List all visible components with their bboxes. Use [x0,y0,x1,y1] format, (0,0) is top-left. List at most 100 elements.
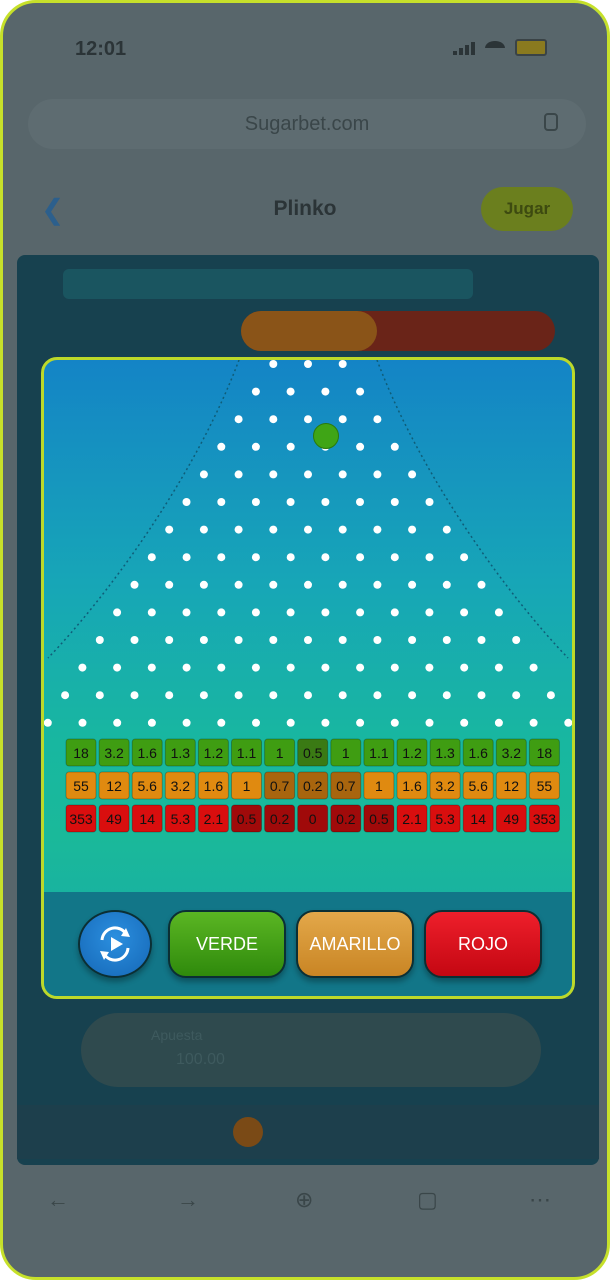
plinko-peg [529,718,538,727]
plinko-peg [269,580,278,589]
plinko-peg [321,663,330,672]
plinko-peg [408,470,417,479]
nav-tabs-icon[interactable]: ▢ [417,1187,438,1213]
play-button[interactable]: Jugar [481,187,573,231]
multiplier-value-verde: 0.5 [303,745,323,761]
bet-value: 100.00 [176,1051,225,1068]
amarillo-button[interactable]: AMARILLO [296,910,414,978]
plinko-peg [390,498,399,506]
nav-back-icon[interactable]: ← [47,1187,69,1213]
plinko-peg [199,691,208,700]
multiplier-value-verde: 1.1 [369,745,389,761]
verde-button[interactable]: VERDE [168,910,286,978]
nav-menu-icon[interactable]: ⋯ [529,1187,551,1213]
plinko-game: 18 3.2 1.6 1.3 1.2 1.1 1 0.5 1 1.1 1.2 1.3 1.6 3.2 18 5… [41,357,575,999]
autoplay-button[interactable] [78,910,152,978]
nav-add-icon[interactable]: ⊕ [295,1187,313,1213]
plinko-peg [494,663,503,672]
plinko-peg [165,580,174,589]
plinko-peg [199,636,208,644]
game-footer [17,1105,599,1159]
plinko-peg [217,553,226,562]
multiplier-value-amarillo: 5.6 [137,778,157,794]
multiplier-value-verde: 1.2 [402,745,422,761]
plinko-peg [304,360,312,368]
plinko-peg [234,415,243,424]
rojo-button[interactable]: ROJO [424,910,542,978]
plinko-peg [113,663,122,672]
multiplier-value-rojo: 5.3 [435,811,455,827]
plinko-peg [321,387,330,396]
multiplier-value-verde: 3.2 [104,745,124,761]
plinko-peg [356,387,365,396]
plinko-peg [564,718,572,727]
url-bar[interactable]: Sugarbet.com [28,99,586,149]
multiplier-value-amarillo: 12 [504,778,520,794]
multiplier-value-verde: 1.3 [171,745,191,761]
plinko-peg [356,442,365,451]
autoplay-icon [100,926,130,962]
multiplier-value-amarillo: 55 [537,778,553,794]
plinko-peg [512,691,521,700]
multiplier-value-verde: 1.6 [137,745,157,761]
url-text: Sugarbet.com [244,113,370,135]
multiplier-value-rojo: 49 [106,811,122,827]
plinko-peg [442,636,451,644]
plinko-peg [147,608,156,617]
plinko-peg [95,636,104,644]
plinko-peg [113,608,122,617]
multiplier-value-amarillo: 3.2 [171,778,191,794]
multiplier-value-amarillo: 1.6 [402,778,422,794]
board-guide-right [376,360,569,659]
plinko-peg [512,636,521,644]
multiplier-value-rojo: 14 [139,811,155,827]
plinko-peg [477,580,486,589]
phone-frame: 12:01 Sugarbet.com ❮ Plinko Jugar Apuest… [0,0,610,1280]
plinko-peg [44,718,52,727]
board-guide-left [47,360,240,659]
plinko-peg [252,718,260,727]
plinko-peg [321,498,330,506]
plinko-peg [390,718,399,727]
plinko-peg [425,663,434,672]
plinko-peg [338,525,347,534]
plinko-peg [182,498,191,506]
plinko-peg [130,580,139,589]
plinko-peg [269,525,278,534]
plinko-peg [373,636,382,644]
plinko-peg [165,691,174,700]
multiplier-value-verde: 1.6 [468,745,488,761]
plinko-peg [165,525,174,534]
battery-icon [515,39,547,56]
plinko-peg [425,553,434,562]
plinko-peg [390,663,399,672]
multiplier-value-verde: 1 [342,745,350,761]
status-bar: 12:01 [3,3,607,93]
plinko-peg [147,718,156,727]
plinko-peg [217,663,226,672]
plinko-peg [304,636,312,644]
bet-label: Apuesta [151,1027,203,1043]
nav-forward-icon[interactable]: → [177,1187,199,1213]
plinko-peg [494,718,503,727]
plinko-peg [425,498,434,506]
plinko-peg [477,691,486,700]
plinko-ball [313,423,339,449]
plinko-peg [251,608,260,617]
plinko-peg [356,498,364,506]
plinko-peg [425,608,434,617]
plinko-peg [95,691,104,700]
plinko-peg [286,553,295,562]
plinko-peg [321,608,330,617]
multiplier-value-rojo: 5.3 [171,811,191,827]
plinko-peg [269,470,278,479]
plinko-peg [442,525,451,534]
multiplier-value-verde: 3.2 [502,745,522,761]
plinko-peg [408,636,417,644]
plinko-peg [460,663,469,672]
plinko-peg [182,553,191,562]
multiplier-value-rojo: 353 [533,811,557,827]
plinko-peg [460,553,469,562]
plinko-peg [460,608,469,617]
multiplier-value-verde: 18 [73,745,89,761]
